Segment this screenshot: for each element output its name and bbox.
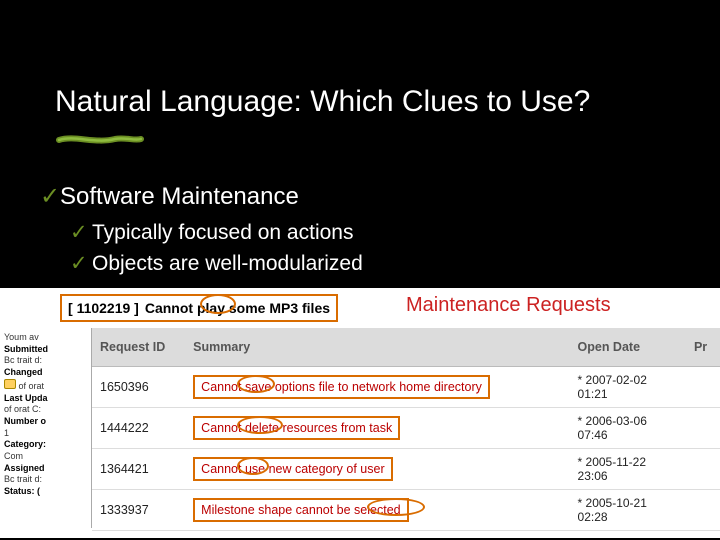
bullet-level2: ✓ Objects are well-modularized	[40, 250, 720, 278]
cell-summary: Cannot delete resources from task	[185, 407, 569, 448]
col-pr: Pr	[686, 328, 720, 366]
requests-table: Request ID Summary Open Date Pr 1650396 …	[92, 328, 720, 531]
bug-header-box: [ 1102219 ] Cannot play some MP3 files	[60, 294, 338, 322]
check-icon: ✓	[70, 219, 88, 247]
col-request-id: Request ID	[92, 328, 185, 366]
folder-icon	[4, 379, 16, 389]
embedded-screenshot: [ 1102219 ] Cannot play some MP3 files M…	[0, 288, 720, 538]
table-header-row: Request ID Summary Open Date Pr	[92, 328, 720, 366]
bug-title: Cannot play some MP3 files	[145, 300, 330, 316]
cell-open-date: * 2005-10-21 02:28	[570, 489, 686, 530]
cell-request-id: 1364421	[92, 448, 185, 489]
slide: Natural Language: Which Clues to Use? ✓ …	[0, 0, 720, 538]
table-row: 1650396 Cannot save options file to netw…	[92, 366, 720, 407]
col-open-date: Open Date	[570, 328, 686, 366]
bug-id: [ 1102219 ]	[68, 300, 139, 316]
cell-summary: Cannot save options file to network home…	[185, 366, 569, 407]
cell-summary: Milestone shape cannot be selected	[185, 489, 569, 530]
bullet-text: Software Maintenance	[60, 183, 299, 210]
bullet-level2: ✓ Typically focused on actions	[40, 219, 720, 247]
detail-fragment: Youm av Submitted Bc trait d: Changed of…	[0, 328, 92, 528]
table-row: 1333937 Milestone shape cannot be select…	[92, 489, 720, 530]
cell-summary: Cannot use new category of user	[185, 448, 569, 489]
table-row: 1364421 Cannot use new category of user …	[92, 448, 720, 489]
bullet-text: Typically focused on actions	[92, 221, 353, 244]
cell-request-id: 1650396	[92, 366, 185, 407]
cell-open-date: * 2005-11-22 23:06	[570, 448, 686, 489]
cell-request-id: 1444222	[92, 407, 185, 448]
check-icon: ✓	[70, 250, 88, 278]
cell-request-id: 1333937	[92, 489, 185, 530]
check-icon: ✓	[40, 181, 60, 213]
cell-open-date: * 2007-02-02 01:21	[570, 366, 686, 407]
title-underline	[55, 133, 720, 147]
cell-open-date: * 2006-03-06 07:46	[570, 407, 686, 448]
col-summary: Summary	[185, 328, 569, 366]
bullet-text: Objects are well-modularized	[92, 252, 363, 275]
table-row: 1444222 Cannot delete resources from tas…	[92, 407, 720, 448]
slide-title: Natural Language: Which Clues to Use?	[0, 0, 720, 127]
bullet-level1: ✓ Software Maintenance	[40, 181, 720, 213]
bullet-list: ✓ Software Maintenance ✓ Typically focus…	[0, 147, 720, 278]
maintenance-requests-label: Maintenance Requests	[406, 294, 611, 317]
